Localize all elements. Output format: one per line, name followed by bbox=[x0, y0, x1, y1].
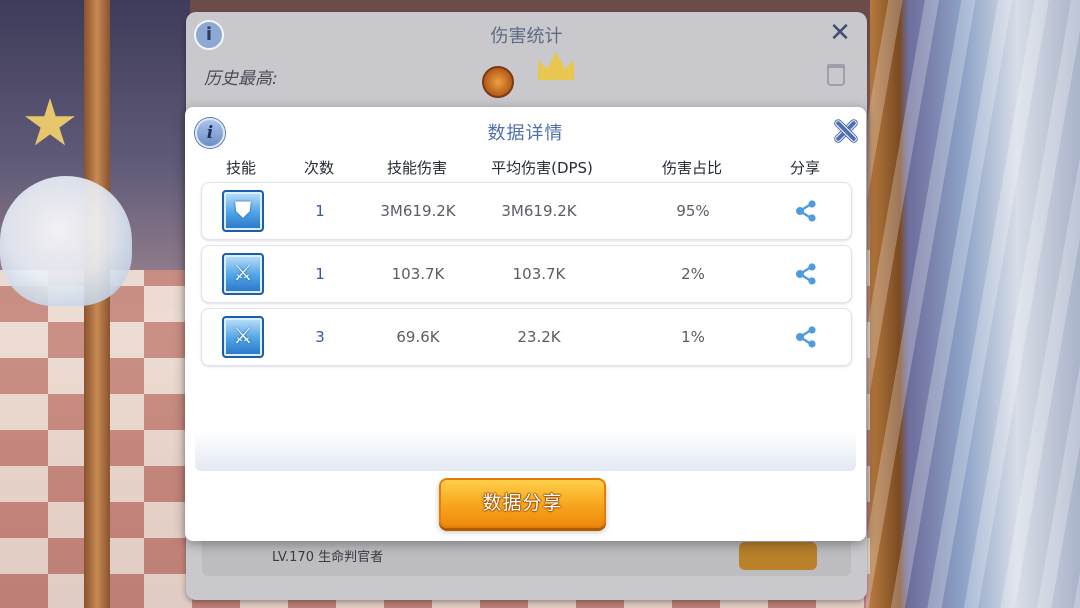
damage-share-percent: 2% bbox=[681, 265, 705, 283]
column-header-skill: 技能 bbox=[225, 159, 257, 177]
dialog-title: 数据详情 bbox=[487, 123, 564, 144]
data-details-dialog: i 数据详情 技能 次数 技能伤害 平均伤害(DPS) 伤害占比 分享 ⛊ 1 … bbox=[185, 107, 866, 541]
column-header-damage-share: 伤害占比 bbox=[661, 159, 723, 177]
player-action-button[interactable] bbox=[739, 542, 817, 570]
cast-count: 1 bbox=[315, 265, 325, 283]
damage-stats-title: 伤害统计 bbox=[490, 26, 563, 47]
table-row: ⚔ 3 69.6K 23.2K 1% bbox=[201, 308, 852, 366]
damage-share-percent: 1% bbox=[681, 328, 705, 346]
crown-icon bbox=[538, 52, 574, 80]
average-damage: 3M619.2K bbox=[501, 202, 577, 220]
average-damage: 103.7K bbox=[512, 265, 566, 283]
share-icon[interactable] bbox=[795, 200, 817, 222]
share-icon[interactable] bbox=[795, 326, 817, 348]
player-level-text: LV.170 生命判官者 bbox=[272, 550, 384, 565]
column-header-share: 分享 bbox=[789, 159, 821, 177]
curtain bbox=[866, 0, 1080, 608]
medal-icon bbox=[482, 66, 514, 98]
sword-skill-icon[interactable]: ⚔ bbox=[222, 316, 264, 358]
skill-damage: 69.6K bbox=[396, 328, 440, 346]
skill-damage: 103.7K bbox=[391, 265, 445, 283]
close-icon[interactable]: ✕ bbox=[827, 20, 853, 46]
damage-share-percent: 95% bbox=[676, 202, 710, 220]
column-header-avg-damage: 平均伤害(DPS) bbox=[491, 159, 593, 177]
column-header-count: 次数 bbox=[303, 159, 335, 177]
table-empty-area bbox=[195, 371, 856, 471]
trash-icon[interactable] bbox=[827, 64, 845, 86]
cake-decoration bbox=[0, 176, 132, 306]
data-share-button[interactable]: 数据分享 bbox=[439, 478, 606, 528]
history-best-label: 历史最高: bbox=[204, 69, 278, 89]
column-header-skill-damage: 技能伤害 bbox=[386, 159, 448, 177]
cast-count: 3 bbox=[315, 328, 325, 346]
shield-skill-icon[interactable]: ⛊ bbox=[222, 190, 264, 232]
cast-count: 1 bbox=[315, 202, 325, 220]
table-header: 技能 次数 技能伤害 平均伤害(DPS) 伤害占比 分享 bbox=[185, 157, 866, 179]
table-row: ⚔ 1 103.7K 103.7K 2% bbox=[201, 245, 852, 303]
average-damage: 23.2K bbox=[517, 328, 561, 346]
table-row: ⛊ 1 3M619.2K 3M619.2K 95% bbox=[201, 182, 852, 240]
close-icon[interactable] bbox=[834, 119, 858, 143]
share-icon[interactable] bbox=[795, 263, 817, 285]
sword-skill-icon[interactable]: ⚔ bbox=[222, 253, 264, 295]
skill-damage: 3M619.2K bbox=[380, 202, 456, 220]
damage-table: ⛊ 1 3M619.2K 3M619.2K 95% ⚔ 1 103.7K 103… bbox=[201, 182, 852, 371]
